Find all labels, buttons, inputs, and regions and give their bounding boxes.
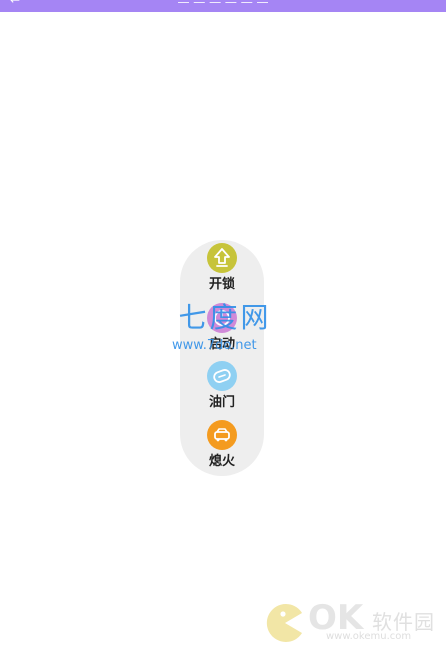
unlock-button[interactable]: 开锁	[180, 243, 264, 293]
unlock-label: 开锁	[208, 277, 235, 292]
watermark-okemu-brand: OK	[308, 598, 364, 638]
engine-off-label: 熄火	[208, 454, 235, 469]
app-screen: ← 一 一 一 一 一 一 开锁 启动 油门 熄火 七度网 www.7do.ne…	[0, 0, 446, 657]
start-label: 启动	[208, 337, 235, 352]
start-button[interactable]: 启动	[180, 303, 264, 353]
throttle-button[interactable]: 油门	[180, 361, 264, 411]
throttle-label: 油门	[208, 395, 235, 410]
app-bar-title: 一 一 一 一 一 一	[177, 0, 269, 10]
control-panel: 开锁 启动 油门 熄火	[180, 240, 264, 476]
throttle-icon	[207, 361, 237, 391]
top-app-bar: ← 一 一 一 一 一 一	[0, 0, 446, 12]
watermark-okemu: OK 软件园 www.okemu.com	[262, 600, 438, 650]
unlock-icon	[207, 243, 237, 273]
start-icon	[207, 303, 237, 333]
pacman-logo-icon	[266, 604, 302, 642]
engine-off-icon	[207, 420, 237, 450]
engine-off-button[interactable]: 熄火	[180, 420, 264, 470]
watermark-okemu-site: www.okemu.com	[326, 631, 412, 642]
watermark-okemu-name: 软件园	[372, 610, 435, 634]
